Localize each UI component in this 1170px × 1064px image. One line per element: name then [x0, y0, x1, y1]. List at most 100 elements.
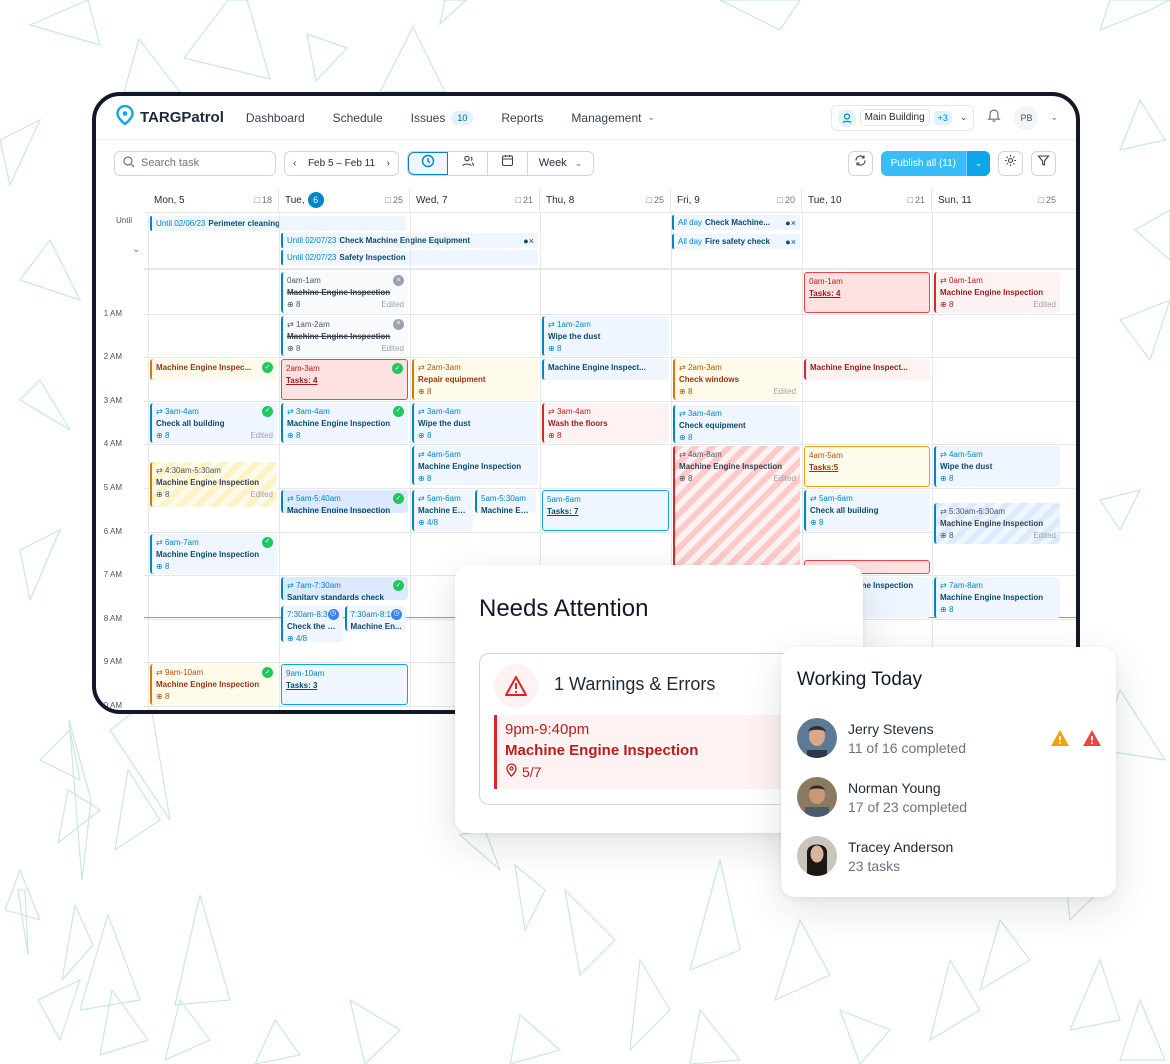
- calendar-event[interactable]: ⇄ 3am-4am Machine Engine Inspection ⊕ 8 ✓: [281, 402, 408, 444]
- time-view-button[interactable]: [408, 151, 448, 175]
- calendar-event[interactable]: ⇄ 7am-8am Machine Engine Inspection ⊕ 8: [934, 577, 1060, 618]
- bell-icon[interactable]: [986, 107, 1002, 128]
- worker-row[interactable]: Jerry Stevens 11 of 16 completed: [797, 718, 966, 758]
- calendar-event[interactable]: ⇄ 5:30am-6:30am Machine Engine Inspection…: [934, 503, 1060, 544]
- calendar-event[interactable]: ⇄ 4am-5am Machine Engine Inspection ⊕ 8: [412, 446, 538, 485]
- calendar-event[interactable]: 9am-10am Tasks: 3: [281, 664, 408, 705]
- calendar-event[interactable]: Machine Engine Inspect...: [542, 359, 669, 381]
- hour-line: [144, 357, 1076, 359]
- today-marker: 6: [307, 192, 324, 208]
- event-meta: ⊕ 8: [287, 430, 404, 442]
- calendar-event[interactable]: ⇄ 3am-4am Check equipment ⊕ 8: [673, 404, 800, 444]
- collapse-allday-chevron[interactable]: ⌄: [132, 244, 140, 255]
- calendar-event[interactable]: ⇄ 1am-2am Wipe the dust ⊕ 8: [542, 315, 669, 357]
- calendar-event[interactable]: ⇄ 4am-5am Wipe the dust ⊕ 8: [934, 446, 1060, 487]
- people-view-button[interactable]: [448, 151, 488, 175]
- error-icon[interactable]: [1082, 729, 1102, 752]
- publish-options-dropdown[interactable]: ⌄: [966, 150, 990, 176]
- day-header-sun[interactable]: Sun, 11 □ 25: [932, 188, 1062, 212]
- day-header-tue[interactable]: Tue, 6 □ 25: [279, 188, 410, 212]
- calendar-event[interactable]: 4am-5am Tasks:5: [804, 446, 930, 487]
- calendar-event[interactable]: ⇄ 5am-6am Machine En... ⊕ 4/8: [412, 490, 473, 531]
- calendar-event[interactable]: Machine Engine Inspect...: [804, 359, 930, 381]
- calendar-event[interactable]: 7:30am-8:3 Check the p... ⊕ 4/8 ◷: [281, 605, 343, 642]
- day-header-fri[interactable]: Fri, 9 □ 20: [671, 188, 802, 212]
- day-header-thu[interactable]: Thu, 8 □ 25: [540, 188, 671, 212]
- nav-issues[interactable]: Issues 10: [411, 110, 474, 125]
- allday-event[interactable]: All day Fire safety check ●×: [672, 234, 800, 249]
- allday-event[interactable]: Until 02/06/23 Perimeter cleaning: [150, 216, 406, 231]
- event-time: ⇄ 3am-4am: [156, 406, 273, 418]
- worker-avatar: [797, 718, 837, 758]
- event-time-value: 4am-5am: [426, 450, 461, 460]
- calendar-event[interactable]: ⇄ 0am-1am Machine Engine Inspection ⊕ 8 Edi…: [934, 272, 1060, 313]
- in-progress-icon: ◷: [327, 608, 339, 620]
- calendar-event[interactable]: 7:30am-8:1 Machine En... ◷: [344, 605, 406, 631]
- event-time-value: 5am-6am: [426, 494, 461, 503]
- attention-task[interactable]: 9pm-9:40pm Machine Engine Inspection 5/7: [494, 715, 808, 789]
- nav-management[interactable]: Management ⌄: [571, 111, 655, 125]
- calendar-event[interactable]: ⇄ 2am-3am Check windows ⊕ 8 Edited: [673, 359, 800, 400]
- event-meta: ⊕ 8: [156, 691, 273, 703]
- calendar-event[interactable]: 0am-1am Tasks: 4: [804, 272, 930, 313]
- event-checkpoints: ⊕ 8: [548, 430, 561, 442]
- calendar-event[interactable]: ⇄ 2am-3am Repair equipment ⊕ 8: [412, 359, 538, 400]
- day-label: Thu, 8: [546, 194, 575, 206]
- day-header-sat[interactable]: Tue, 10 □ 21: [802, 188, 932, 212]
- completed-check-icon: ✓: [393, 493, 404, 504]
- edited-label: Edited: [1033, 300, 1056, 309]
- event-checkpoints: ⊕ 8: [156, 430, 169, 442]
- logo-pin-icon: [116, 104, 134, 130]
- filter-button[interactable]: [1031, 150, 1056, 176]
- hour-label: 7 AM: [103, 570, 122, 580]
- calendar-event[interactable]: ⇄ 6am-7am Machine Engine Inspection ⊕ 8 ✓: [150, 533, 277, 575]
- event-meta: ⊕ 8: [940, 473, 1056, 485]
- calendar-event[interactable]: ⇄ 3am-4am Wash the floors ⊕ 8: [542, 402, 669, 444]
- calendar-event[interactable]: ⇄ 3am-4am Wipe the dust ⊕ 8: [412, 402, 538, 444]
- search-input[interactable]: Search task: [114, 150, 276, 176]
- refresh-button[interactable]: [847, 150, 873, 176]
- task-count: □ 21: [908, 195, 925, 205]
- week-range-select[interactable]: Week ⌄: [528, 152, 593, 175]
- calendar-view-button[interactable]: [488, 151, 528, 175]
- calendar-event[interactable]: ⇄ 5am-5:40am Machine Engine Inspection ✓: [281, 490, 408, 514]
- worker-row[interactable]: Tracey Anderson 23 tasks: [797, 836, 953, 876]
- calendar-event[interactable]: 5am-5:30am Machine En...: [475, 490, 536, 514]
- prev-week-button[interactable]: ‹: [293, 158, 296, 169]
- event-name: Wash the floors: [548, 418, 608, 428]
- nav-schedule[interactable]: Schedule: [333, 111, 383, 125]
- calendar-event[interactable]: ⇄ 3am-4am Check all building ⊕ 8 Edited ✓: [150, 402, 277, 444]
- event-meta-value: 8: [164, 561, 170, 571]
- warning-icon[interactable]: [1050, 729, 1070, 752]
- calendar-event[interactable]: 0am-1am Machine Engine Inspection ⊕ 8 Edite…: [281, 272, 408, 313]
- nav-reports[interactable]: Reports: [501, 111, 543, 125]
- calendar-event[interactable]: ⇄ 4:30am-5:30am Machine Engine Inspection…: [150, 461, 277, 507]
- calendar-event[interactable]: ⇄ 1am-2am Machine Engine Inspection ⊕ 8 Edi…: [281, 315, 408, 357]
- publish-all-button[interactable]: Publish all (11): [881, 151, 966, 176]
- calendar-event[interactable]: ⇄ 5am-6am Check all building ⊕ 8: [804, 490, 930, 531]
- checkpoint-icon: ⊕: [287, 343, 294, 353]
- settings-button[interactable]: [998, 150, 1023, 176]
- event-meta-value: 8: [948, 531, 954, 541]
- building-selector[interactable]: Main Building +3 ⌄: [830, 104, 975, 131]
- event-name: Machine Engine Inspection: [679, 462, 783, 472]
- calendar-event[interactable]: Machine Engine Inspec... ✓: [150, 359, 277, 381]
- calendar-event[interactable]: 2am-3am Tasks: 4 ✓: [281, 359, 408, 400]
- day-header-wed[interactable]: Wed, 7 □ 21: [410, 188, 540, 212]
- allday-event[interactable]: All day Check Machine... ●×: [672, 215, 800, 230]
- calendar-event[interactable]: 5am-6am Tasks: 7: [542, 490, 669, 531]
- event-meta-value: 8: [687, 432, 693, 442]
- day-header-mon[interactable]: Mon, 5 □ 18: [148, 188, 279, 212]
- event-time-value: 7:30am-8:1: [350, 609, 391, 619]
- checkpoint-icon: ⊕: [287, 300, 294, 309]
- search-icon: [123, 155, 135, 171]
- calendar-event[interactable]: ⇄ 7am-7:30am Sanitary standards check ✓: [281, 577, 408, 601]
- logo[interactable]: TARGPatrol: [116, 104, 224, 130]
- repeat-icon: ⇄: [287, 581, 294, 591]
- chevron-down-icon[interactable]: ⌄: [1050, 112, 1058, 123]
- calendar-event[interactable]: ⇄ 9am-10am Machine Engine Inspection ⊕ 8 ✓: [150, 664, 277, 705]
- worker-row[interactable]: Norman Young 17 of 23 completed: [797, 777, 967, 817]
- next-week-button[interactable]: ›: [387, 158, 390, 169]
- nav-dashboard[interactable]: Dashboard: [246, 111, 305, 125]
- user-avatar[interactable]: PB: [1014, 105, 1039, 130]
